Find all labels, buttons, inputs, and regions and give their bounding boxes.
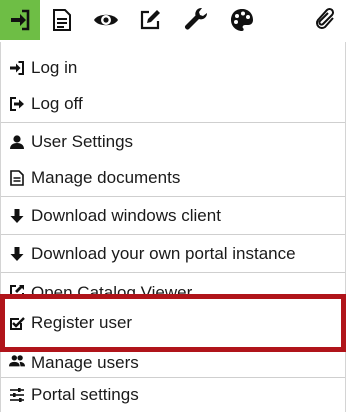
sliders-icon bbox=[9, 387, 25, 403]
download-arrow-icon bbox=[9, 246, 25, 262]
menu-item-label: Log off bbox=[31, 94, 83, 113]
edit-icon bbox=[140, 10, 160, 30]
menu-item-manage-documents[interactable]: Manage documents bbox=[1, 160, 345, 196]
eye-icon bbox=[94, 14, 118, 26]
palette-icon bbox=[231, 9, 253, 31]
menu-item-register-user[interactable]: Register user bbox=[1, 304, 345, 342]
login-icon bbox=[11, 9, 30, 31]
menu-item-label: Open Catalog Viewer bbox=[31, 283, 193, 298]
external-link-icon bbox=[9, 284, 25, 298]
wrench-icon bbox=[185, 7, 208, 30]
menu-item-log-in[interactable]: Log in bbox=[1, 50, 345, 86]
menu-item-label: Download windows client bbox=[31, 205, 221, 225]
document-icon bbox=[53, 9, 71, 31]
menu-item-label: Register user bbox=[31, 313, 133, 332]
menu-item-label: Log in bbox=[31, 58, 78, 77]
paperclip-icon bbox=[316, 7, 335, 29]
view-toolbar-button[interactable] bbox=[86, 0, 126, 40]
menu-item-user-settings[interactable]: User Settings bbox=[1, 123, 345, 160]
attachments-toolbar-button[interactable] bbox=[306, 0, 346, 40]
theme-toolbar-button[interactable] bbox=[222, 0, 262, 40]
menu-item-label: User Settings bbox=[31, 131, 134, 151]
menu-item-label: Download your own portal instance bbox=[31, 243, 296, 263]
edit-toolbar-button[interactable] bbox=[130, 0, 170, 40]
users-icon bbox=[9, 353, 25, 369]
menu-item-log-off[interactable]: Log off bbox=[1, 86, 345, 122]
user-dropdown-menu: Log in Log off User Settings Manage docu… bbox=[0, 42, 346, 412]
logoff-icon bbox=[9, 96, 25, 112]
checkbox-icon bbox=[9, 315, 25, 331]
menu-item-download-portal-instance[interactable]: Download your own portal instance bbox=[1, 235, 345, 272]
document-icon bbox=[9, 170, 25, 186]
login-toolbar-button[interactable] bbox=[0, 0, 40, 40]
documents-toolbar-button[interactable] bbox=[42, 0, 82, 40]
menu-item-label: Manage users bbox=[31, 353, 139, 372]
download-arrow-icon bbox=[9, 208, 25, 224]
login-icon bbox=[9, 60, 25, 76]
menu-item-open-catalog-viewer[interactable]: Open Catalog Viewer bbox=[1, 273, 345, 298]
menu-item-label: Portal settings bbox=[31, 385, 139, 404]
menu-item-label: Manage documents bbox=[31, 168, 181, 187]
user-icon bbox=[9, 134, 25, 150]
toolbar bbox=[0, 0, 346, 40]
menu-item-manage-users[interactable]: Manage users bbox=[1, 351, 345, 377]
menu-item-download-windows-client[interactable]: Download windows client bbox=[1, 197, 345, 234]
menu-item-portal-settings[interactable]: Portal settings bbox=[1, 378, 345, 412]
tools-toolbar-button[interactable] bbox=[176, 0, 216, 40]
